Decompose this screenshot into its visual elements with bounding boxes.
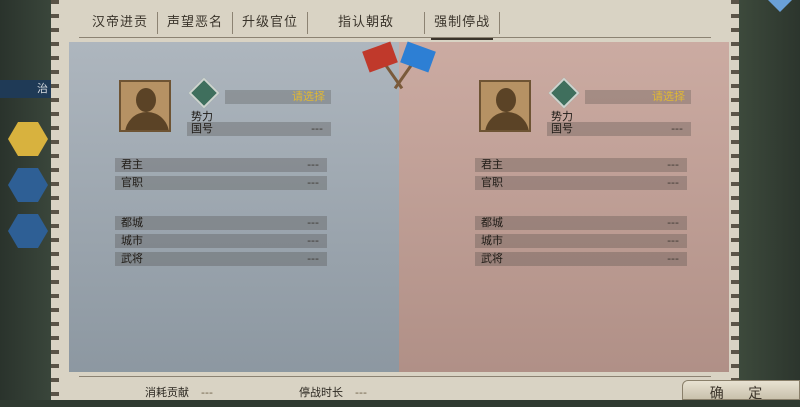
cost-info: 消耗贡献 --- [145,386,213,399]
left-portrait-placeholder[interactable] [119,80,171,132]
right-rank-row: 官职 --- [475,176,687,190]
corner-banner-icon[interactable] [768,0,792,12]
crossed-flags-icon [359,41,439,94]
left-lord-row: 君主 --- [115,158,327,172]
left-select-faction[interactable]: 请选择 [225,90,331,104]
right-cities-row: 城市 --- [475,234,687,248]
hud-gold-hex-button[interactable] [8,122,48,156]
left-power-emblem: 势力 [187,77,221,123]
red-flag-icon [362,41,398,73]
left-generals-row: 武将 --- [115,252,327,266]
tab-bar: 汉帝进贡 声望恶名 升级官位 指认朝敌 强制停战 [83,8,501,40]
duration-info: 停战时长 --- [299,386,367,399]
faction-emblem-icon [548,77,580,109]
right-capital-row: 都城 --- [475,216,687,230]
faction-emblem-icon [188,77,220,109]
right-hud [738,0,800,400]
hud-blue-hex-button-2[interactable] [8,214,48,248]
hud-blue-hex-button[interactable] [8,168,48,202]
left-rank-row: 官职 --- [115,176,327,190]
tab-tribute[interactable]: 汉帝进贡 [83,12,159,34]
tab-reputation[interactable]: 声望恶名 [158,12,234,34]
diplomacy-panel: 汉帝进贡 声望恶名 升级官位 指认朝敌 强制停战 势力 请选择 国号 --- 君… [51,0,739,400]
tab-declare-enemy[interactable]: 指认朝敌 [308,12,426,34]
bottom-info-bar: 消耗贡献 --- 停战时长 --- [59,376,731,400]
right-portrait-placeholder[interactable] [479,80,531,132]
left-country-row: 国号 --- [187,122,331,136]
blue-flag-icon [400,41,436,73]
right-generals-row: 武将 --- [475,252,687,266]
right-select-faction[interactable]: 请选择 [585,90,691,104]
tab-force-ceasefire[interactable]: 强制停战 [425,12,501,40]
left-hud: 治 [0,0,52,400]
left-cities-row: 城市 --- [115,234,327,248]
confirm-button[interactable]: 确 定 [682,380,800,402]
tab-divider [79,37,711,38]
tab-promote-rank[interactable]: 升级官位 [233,12,309,34]
right-power-emblem: 势力 [547,77,581,123]
right-lord-row: 君主 --- [475,158,687,172]
hud-label: 治 [0,80,52,98]
right-country-row: 国号 --- [547,122,691,136]
left-capital-row: 都城 --- [115,216,327,230]
